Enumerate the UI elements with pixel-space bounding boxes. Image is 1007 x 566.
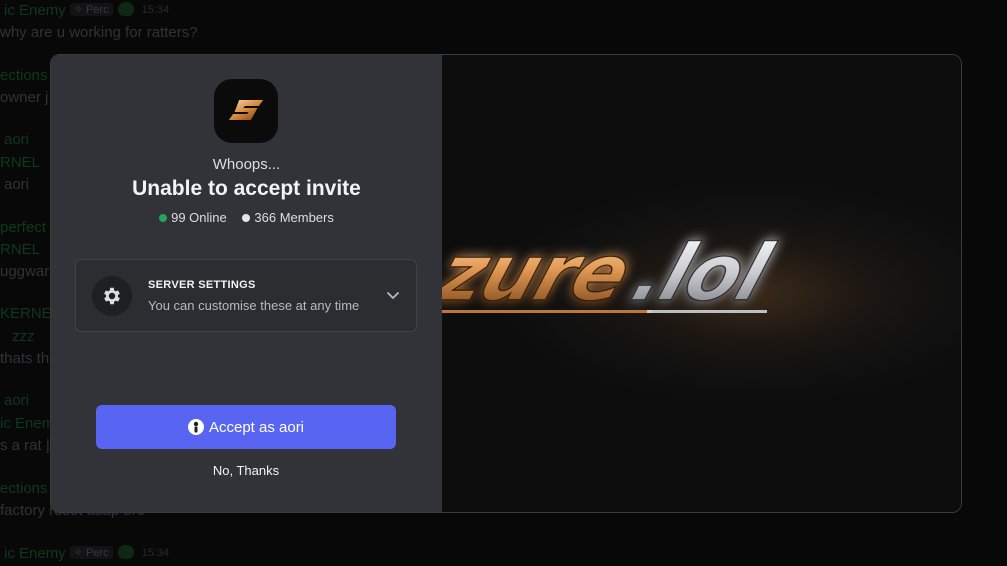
members-stat: 366 Members	[242, 210, 334, 225]
whoops-text: Whoops...	[212, 156, 281, 173]
decline-invite-button[interactable]: No, Thanks	[196, 463, 296, 478]
gear-icon	[92, 276, 132, 316]
members-dot-icon	[242, 214, 251, 222]
server-logo-s-icon	[228, 100, 264, 120]
accept-invite-label: Accept as aori	[208, 418, 305, 436]
user-avatar-icon	[187, 419, 204, 435]
online-stat: 99 Online	[159, 210, 227, 225]
online-count: 99 Online	[171, 210, 227, 225]
svg-text:.lol: .lol	[621, 228, 783, 319]
accept-invite-button[interactable]: Accept as aori	[96, 405, 396, 449]
svg-text:zure: zure	[442, 228, 640, 319]
chevron-down-icon[interactable]	[386, 288, 400, 302]
server-banner: zure .lol	[442, 55, 961, 512]
invite-error-title: Unable to accept invite	[132, 177, 361, 200]
members-count: 366 Members	[254, 210, 334, 225]
server-settings-card[interactable]: SERVER SETTINGS You can customise these …	[75, 259, 417, 332]
invite-panel: Whoops... Unable to accept invite 99 Onl…	[51, 55, 442, 512]
invite-modal: Whoops... Unable to accept invite 99 Onl…	[50, 54, 962, 513]
server-settings-title: SERVER SETTINGS	[148, 279, 256, 291]
online-dot-icon	[159, 214, 168, 222]
server-brand-logo: zure .lol	[442, 227, 784, 319]
server-stats: 99 Online 366 Members	[51, 210, 442, 225]
server-icon	[214, 79, 278, 143]
server-settings-subtitle: You can customise these at any time	[148, 298, 360, 313]
